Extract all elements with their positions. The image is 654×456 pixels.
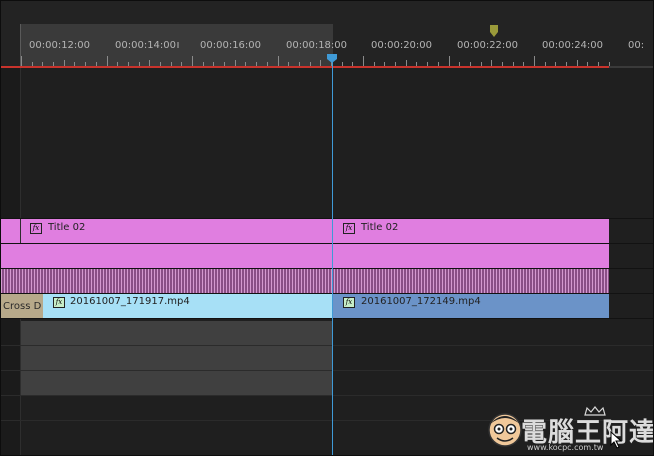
mouse-cursor-icon xyxy=(610,431,623,449)
timecode-label: 00:00:18:00 xyxy=(286,40,348,51)
fx-icon: fx xyxy=(343,297,355,308)
playhead-handle-icon[interactable] xyxy=(327,54,338,64)
fx-icon: fx xyxy=(343,223,355,234)
timecode-label: 00:00:22:00 xyxy=(457,40,519,51)
audio-track-region[interactable] xyxy=(21,346,332,370)
clip-label: Title 02 xyxy=(48,222,86,233)
clip-label: 20161007_171917.mp4 xyxy=(70,296,190,307)
ruler-tick xyxy=(449,56,450,66)
timeline-panel: 00:00:12:00 00:00:14:00 00:00:16:00 00:0… xyxy=(0,0,654,456)
ruler-tick xyxy=(21,56,22,66)
in-point-marker xyxy=(177,42,179,48)
timecode-label: 00:00:14:00 xyxy=(115,40,177,51)
work-area-bar[interactable] xyxy=(1,66,609,68)
playhead-line[interactable] xyxy=(332,55,333,455)
video-clip[interactable]: fx 20161007_171917.mp4 xyxy=(43,294,332,318)
ruler-tick xyxy=(534,56,535,66)
watermark: 電腦王阿達 www.kocpc.com.tw xyxy=(485,406,653,452)
ruler-tick xyxy=(363,56,364,66)
ruler-end-segment xyxy=(609,66,653,68)
clip-label: 20161007_172149.mp4 xyxy=(361,296,481,307)
track-divider xyxy=(1,370,653,371)
title-clip-prev[interactable] xyxy=(1,219,20,243)
timecode-label: 00: xyxy=(628,40,645,51)
mascot-logo-icon xyxy=(488,413,522,447)
track-divider xyxy=(1,345,653,346)
ruler-tick xyxy=(278,56,279,66)
title-clip[interactable]: fx Title 02 xyxy=(333,219,609,243)
audio-waveform-band[interactable] xyxy=(1,269,609,293)
title-clip-band[interactable] xyxy=(1,244,609,268)
audio-track-region[interactable] xyxy=(21,321,332,345)
watermark-url: www.kocpc.com.tw xyxy=(527,443,604,452)
marker-icon[interactable] xyxy=(490,25,499,38)
cross-dissolve-transition[interactable]: Cross D xyxy=(1,294,44,318)
ruler-tick xyxy=(192,56,193,66)
fx-icon: fx xyxy=(30,223,42,234)
video-clip-selected[interactable]: fx 20161007_172149.mp4 xyxy=(333,294,609,318)
ruler-tick xyxy=(107,56,108,66)
fx-icon: fx xyxy=(53,297,65,308)
audio-track-region[interactable] xyxy=(21,371,332,395)
clip-label: Title 02 xyxy=(361,222,399,233)
timecode-label: 00:00:24:00 xyxy=(542,40,604,51)
track-divider xyxy=(1,318,653,319)
timecode-label: 00:00:20:00 xyxy=(371,40,433,51)
timecode-label: 00:00:16:00 xyxy=(200,40,262,51)
timecode-label: 00:00:12:00 xyxy=(29,40,91,51)
track-divider xyxy=(1,395,653,396)
transition-label: Cross D xyxy=(3,301,42,312)
title-clip[interactable]: fx Title 02 xyxy=(21,219,332,243)
